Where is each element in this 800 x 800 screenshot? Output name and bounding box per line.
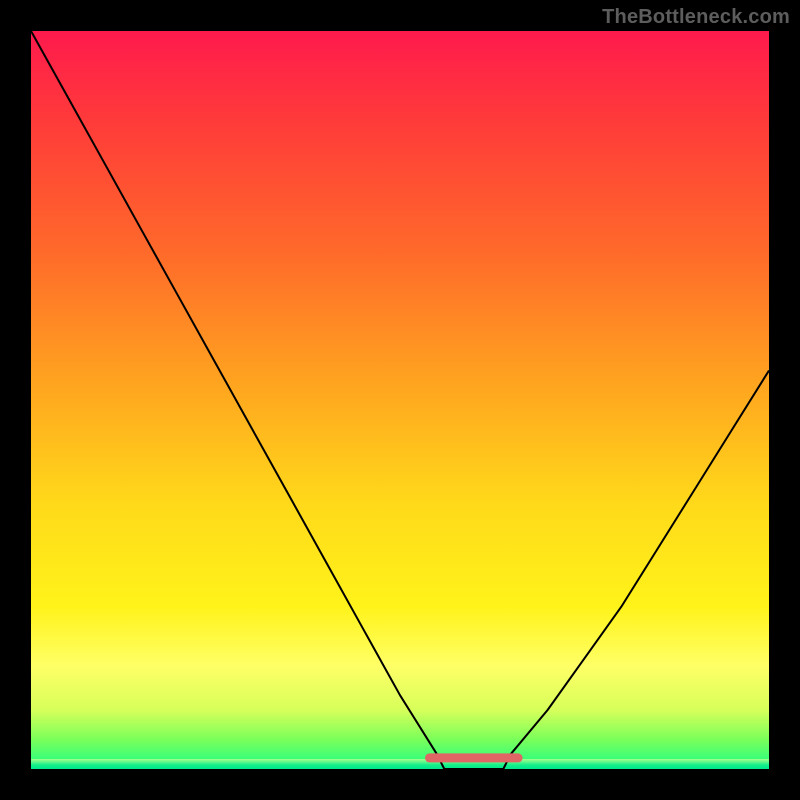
bottleneck-curve: [31, 31, 769, 769]
chart-frame: TheBottleneck.com: [0, 0, 800, 800]
chart-svg: [31, 31, 769, 769]
watermark-text: TheBottleneck.com: [602, 6, 790, 29]
